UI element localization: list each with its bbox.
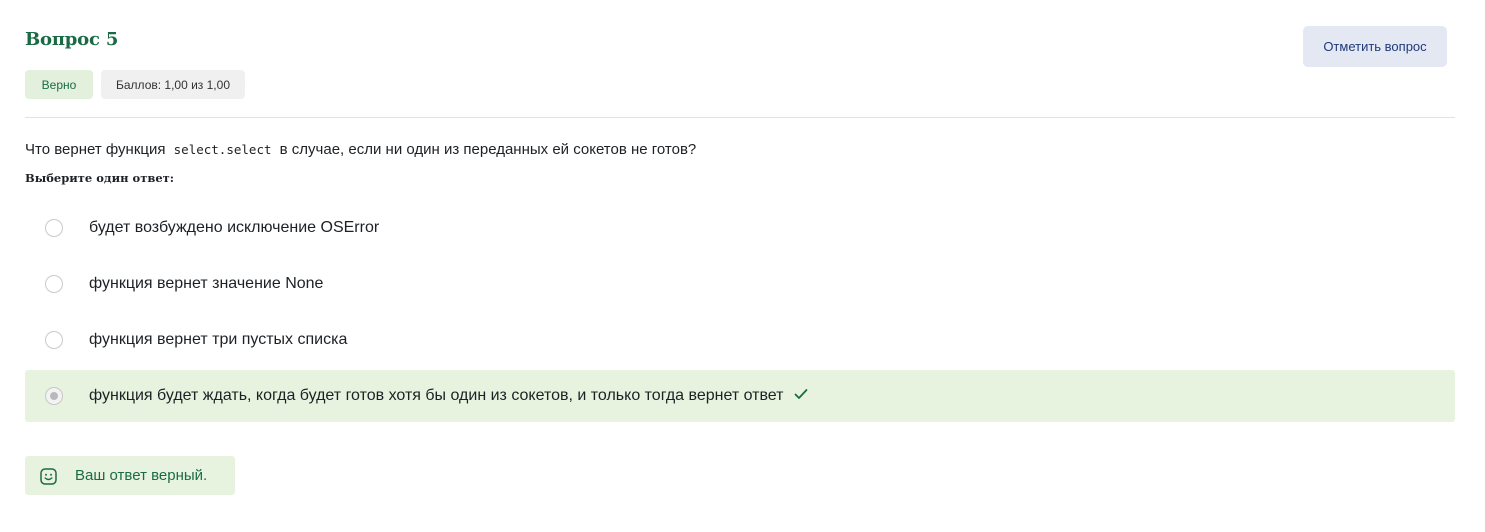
answer-option-1[interactable]: будет возбуждено исключение OSError (25, 202, 1455, 254)
divider (25, 117, 1455, 118)
question-card: Вопрос 5 Отметить вопрос Верно Баллов: 1… (0, 0, 1485, 532)
question-text-before: Что вернет функция (25, 141, 166, 158)
answer-option-label: функция вернет три пустых списка (89, 331, 348, 348)
answer-option-label: функция вернет значение None (89, 275, 324, 292)
question-title: Вопрос 5 (25, 29, 119, 50)
answer-option-3[interactable]: функция вернет три пустых списка (25, 314, 1455, 366)
status-badge: Верно (25, 70, 93, 99)
feedback-text: Ваш ответ верный. (75, 467, 208, 484)
question-code: select.select (173, 142, 272, 157)
question-text-after: в случае, если ни один из переданных ей … (279, 141, 697, 158)
answer-option-label-wrap: функция будет ждать, когда будет готов х… (89, 387, 808, 405)
answer-option-4[interactable]: функция будет ждать, когда будет готов х… (25, 370, 1455, 422)
radio-button-selected[interactable] (45, 387, 63, 405)
flag-question-button[interactable]: Отметить вопрос (1303, 26, 1447, 67)
smile-icon (40, 468, 57, 490)
radio-button[interactable] (45, 275, 63, 293)
question-text: Что вернет функция select.select в случа… (25, 141, 696, 158)
answer-option-label: будет возбуждено исключение OSError (89, 219, 380, 236)
answer-option-2[interactable]: функция вернет значение None (25, 258, 1455, 310)
radio-button[interactable] (45, 331, 63, 349)
radio-button[interactable] (45, 219, 63, 237)
answer-prompt: Выберите один ответ: (25, 171, 175, 185)
feedback-box: Ваш ответ верный. (25, 456, 235, 495)
score-badge: Баллов: 1,00 из 1,00 (101, 70, 245, 99)
checkmark-icon (794, 387, 808, 405)
answer-option-label: функция будет ждать, когда будет готов х… (89, 387, 784, 405)
